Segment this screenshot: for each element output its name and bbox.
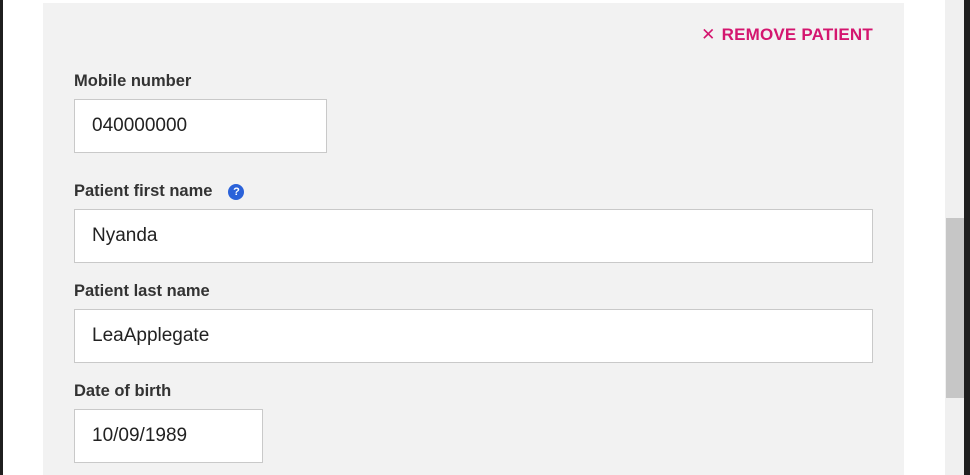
help-icon[interactable]: ? [228, 183, 245, 200]
scrollbar-thumb[interactable] [946, 218, 964, 398]
window-left-border [0, 0, 3, 475]
mobile-number-label: Mobile number [74, 72, 191, 91]
window: ✕ REMOVE PATIENT Mobile number Patient f… [0, 0, 970, 475]
window-right-border [964, 0, 970, 475]
first-name-label-text: Patient first name [74, 182, 213, 200]
mobile-number-input[interactable] [74, 99, 327, 153]
date-of-birth-input[interactable] [74, 409, 263, 463]
remove-patient-label: REMOVE PATIENT [721, 25, 873, 44]
first-name-label: Patient first name ? [74, 182, 245, 201]
remove-patient-button[interactable]: ✕ REMOVE PATIENT [701, 25, 873, 45]
first-name-input[interactable] [74, 209, 873, 263]
date-of-birth-label: Date of birth [74, 382, 171, 401]
last-name-input[interactable] [74, 309, 873, 363]
last-name-label-text: Patient last name [74, 282, 210, 300]
patient-panel: ✕ REMOVE PATIENT Mobile number Patient f… [43, 3, 904, 475]
mobile-number-label-text: Mobile number [74, 72, 192, 90]
date-of-birth-label-text: Date of birth [74, 382, 172, 400]
close-icon: ✕ [701, 25, 716, 44]
last-name-label: Patient last name [74, 282, 210, 301]
